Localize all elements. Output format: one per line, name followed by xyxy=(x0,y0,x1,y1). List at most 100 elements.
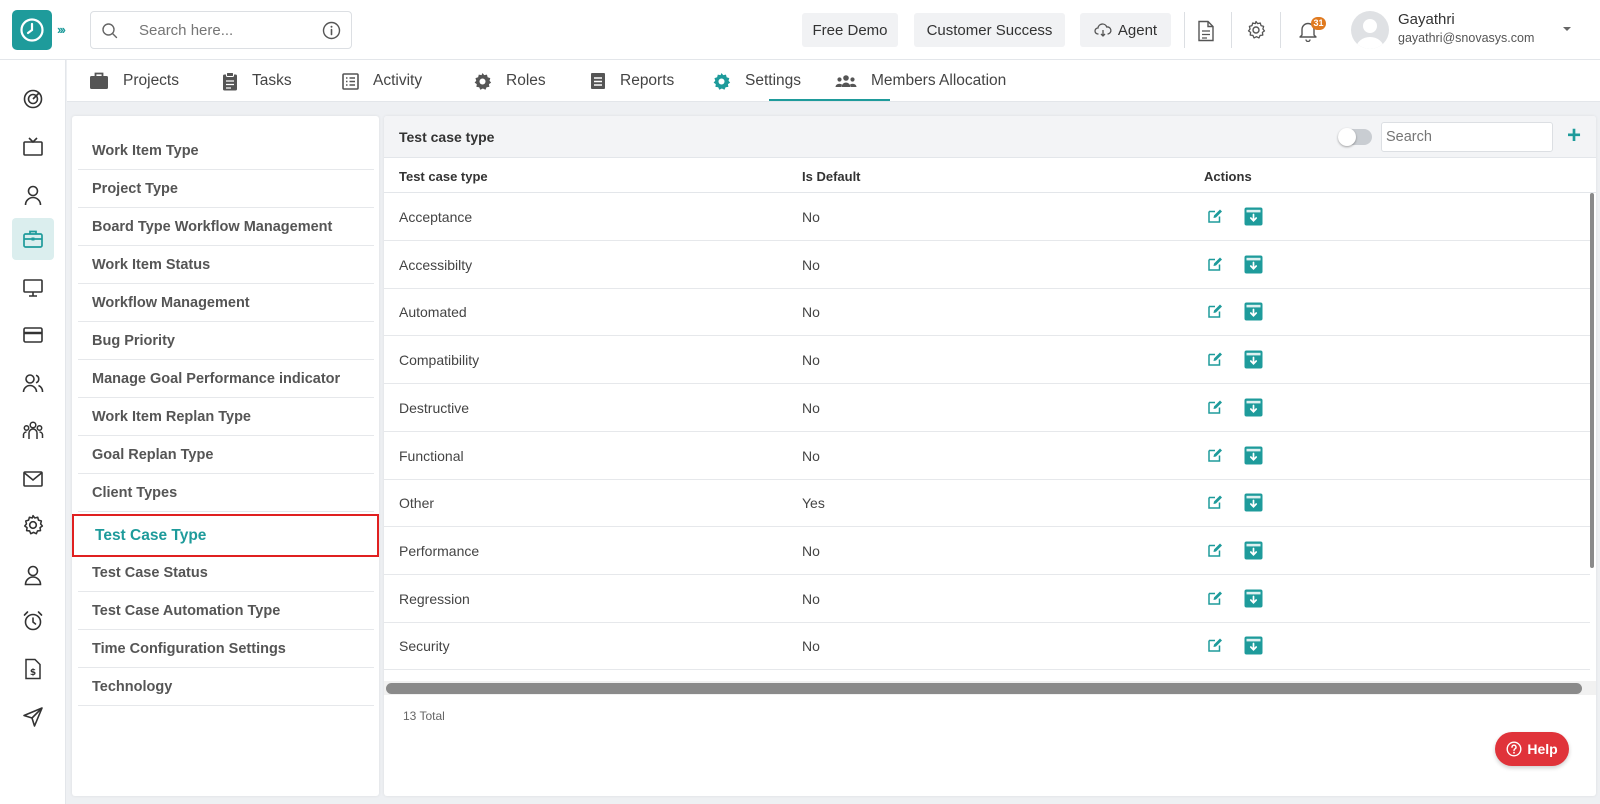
submenu-item-board-type-workflow[interactable]: Board Type Workflow Management xyxy=(78,208,374,246)
table-header: Test case type Is Default Actions xyxy=(384,158,1596,193)
left-navigation-rail: $ xyxy=(0,60,66,804)
archive-icon[interactable] xyxy=(1244,493,1263,512)
edit-icon[interactable] xyxy=(1207,256,1223,272)
rail-projects[interactable] xyxy=(12,218,54,260)
user-name: Gayathri xyxy=(1398,11,1455,28)
global-search-box[interactable] xyxy=(90,11,352,49)
rail-profile[interactable] xyxy=(12,554,54,596)
tab-settings[interactable]: Settings xyxy=(712,60,801,102)
submenu-item-bug-priority[interactable]: Bug Priority xyxy=(78,322,374,360)
edit-icon[interactable] xyxy=(1207,542,1223,558)
submenu-item-test-case-type[interactable]: Test Case Type xyxy=(72,514,379,557)
submenu-item-goal-performance-indicator[interactable]: Manage Goal Performance indicator xyxy=(78,360,374,398)
rail-mail[interactable] xyxy=(12,458,54,500)
edit-icon[interactable] xyxy=(1207,399,1223,415)
submenu-item-goal-replan-type[interactable]: Goal Replan Type xyxy=(78,436,374,474)
archive-icon[interactable] xyxy=(1244,207,1263,226)
tab-projects[interactable]: Projects xyxy=(89,60,179,102)
edit-icon[interactable] xyxy=(1207,590,1223,606)
tv-icon xyxy=(23,137,43,156)
cell-is-default: Yes xyxy=(802,495,825,512)
archive-icon[interactable] xyxy=(1244,302,1263,321)
submenu-item-client-types[interactable]: Client Types xyxy=(78,474,374,512)
tab-activity[interactable]: Activity xyxy=(342,60,422,102)
rail-people[interactable] xyxy=(12,362,54,404)
archive-icon[interactable] xyxy=(1244,636,1263,655)
briefcase-icon xyxy=(23,230,43,248)
edit-icon[interactable] xyxy=(1207,208,1223,224)
archive-icon[interactable] xyxy=(1244,541,1263,560)
rail-invoice[interactable]: $ xyxy=(12,648,54,690)
submenu-item-work-item-status[interactable]: Work Item Status xyxy=(78,246,374,284)
briefcase-icon xyxy=(90,72,108,89)
rail-tv[interactable] xyxy=(12,126,54,168)
rail-send[interactable] xyxy=(12,696,54,738)
vertical-scrollbar[interactable] xyxy=(1590,193,1594,568)
edit-icon[interactable] xyxy=(1207,637,1223,653)
submenu-item-test-case-automation-type[interactable]: Test Case Automation Type xyxy=(78,592,374,630)
tab-label: Roles xyxy=(506,72,546,89)
submenu-item-work-item-replan-type[interactable]: Work Item Replan Type xyxy=(78,398,374,436)
help-button[interactable]: Help xyxy=(1495,732,1569,766)
column-header-is-default[interactable]: Is Default xyxy=(802,169,861,184)
column-header-test-case-type[interactable]: Test case type xyxy=(399,169,488,184)
customer-success-button[interactable]: Customer Success xyxy=(914,13,1065,47)
archive-icon[interactable] xyxy=(1244,589,1263,608)
cell-test-case-type: Performance xyxy=(399,542,480,559)
rail-alarm[interactable] xyxy=(12,600,54,642)
expand-sidebar-icon[interactable]: ››› xyxy=(57,22,66,37)
agent-button[interactable]: Agent xyxy=(1080,13,1171,47)
tab-reports[interactable]: Reports xyxy=(590,60,674,102)
panel-title: Test case type xyxy=(399,129,495,145)
info-icon[interactable] xyxy=(322,21,341,40)
archive-icon[interactable] xyxy=(1244,255,1263,274)
alarm-clock-icon xyxy=(23,611,43,631)
header-divider xyxy=(1231,12,1232,48)
add-test-case-type-plus-icon[interactable]: + xyxy=(1567,123,1581,149)
archive-toggle[interactable] xyxy=(1338,128,1372,146)
global-search-input[interactable] xyxy=(139,20,309,40)
rail-user[interactable] xyxy=(12,174,54,216)
tab-label: Settings xyxy=(745,72,802,89)
settings-gear-icon[interactable] xyxy=(1246,20,1266,40)
submenu-item-technology[interactable]: Technology xyxy=(78,668,374,706)
edit-icon[interactable] xyxy=(1207,447,1223,463)
tab-tasks[interactable]: Tasks xyxy=(222,60,292,102)
help-label: Help xyxy=(1527,741,1558,757)
users-icon xyxy=(22,374,44,393)
archive-icon[interactable] xyxy=(1244,446,1263,465)
submenu-item-test-case-status[interactable]: Test Case Status xyxy=(78,554,374,592)
user-avatar[interactable] xyxy=(1351,11,1389,49)
edit-icon[interactable] xyxy=(1207,351,1223,367)
archive-icon[interactable] xyxy=(1244,398,1263,417)
edit-icon[interactable] xyxy=(1207,303,1223,319)
table-row: Functional No xyxy=(384,432,1590,480)
project-tabs: Projects Tasks Activity Roles Reports Se… xyxy=(67,60,1600,102)
tab-label: Reports xyxy=(620,72,675,89)
app-logo-clock-icon[interactable] xyxy=(12,10,52,50)
free-demo-button[interactable]: Free Demo xyxy=(802,13,898,47)
submenu-item-project-type[interactable]: Project Type xyxy=(78,170,374,208)
cell-is-default: No xyxy=(802,638,820,655)
archive-icon[interactable] xyxy=(1244,350,1263,369)
chevron-down-icon[interactable] xyxy=(1562,26,1572,32)
send-icon xyxy=(23,707,43,727)
rail-settings[interactable] xyxy=(12,504,54,546)
panel-search-input[interactable] xyxy=(1381,122,1553,152)
submenu-item-work-item-type[interactable]: Work Item Type xyxy=(78,132,374,170)
notification-count-badge: 31 xyxy=(1311,17,1326,30)
submenu-item-workflow-management[interactable]: Workflow Management xyxy=(78,284,374,322)
horizontal-scrollbar[interactable] xyxy=(386,683,1582,694)
tab-roles[interactable]: Roles xyxy=(473,60,546,102)
submenu-item-time-configuration-settings[interactable]: Time Configuration Settings xyxy=(78,630,374,668)
edit-icon[interactable] xyxy=(1207,494,1223,510)
tab-members-allocation[interactable]: Members Allocation xyxy=(835,60,1006,102)
rail-monitor[interactable] xyxy=(12,267,54,309)
rail-dashboard[interactable] xyxy=(12,78,54,120)
cell-test-case-type: Security xyxy=(399,638,450,655)
document-icon[interactable] xyxy=(1197,20,1215,42)
rail-billing[interactable] xyxy=(12,314,54,356)
table-row: Acceptance No xyxy=(384,193,1590,241)
header-divider xyxy=(1280,12,1281,48)
rail-team[interactable] xyxy=(12,410,54,452)
